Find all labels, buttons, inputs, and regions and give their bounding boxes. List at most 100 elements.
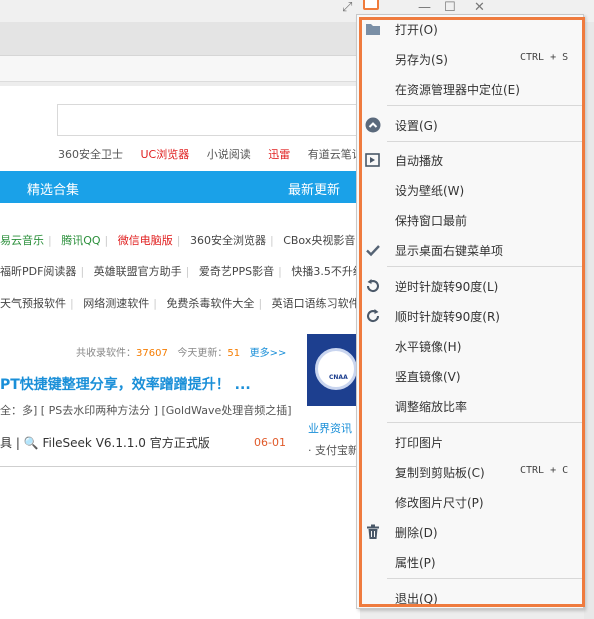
- menu-item-locate-in-explorer[interactable]: 在资源管理器中定位(E): [357, 75, 585, 103]
- maximize-button[interactable]: ☐: [444, 0, 456, 15]
- menu-item-label: 显示桌面右键菜单项: [395, 244, 504, 258]
- category-bar: 精选合集 最新更新: [0, 171, 356, 203]
- file-item-prefix: 具 |: [0, 436, 20, 450]
- menu-item-label: 复制到剪贴板(C): [395, 466, 485, 480]
- menu-item-label: 水平镜像(H): [395, 340, 462, 354]
- menu-item-settings[interactable]: 设置(G): [357, 111, 585, 139]
- sub-links[interactable]: 全：多] [ PS去水印两种方法分 ] [GoldWave处理音频之插]: [0, 402, 292, 418]
- menu-item-label: 调整缩放比率: [395, 400, 468, 414]
- menu-item-shortcut: CTRL + C: [520, 465, 569, 476]
- menu-item-flip-horizontal[interactable]: 水平镜像(H): [357, 332, 585, 360]
- menu-item-label: 修改图片尺寸(P): [395, 496, 484, 510]
- fullscreen-icon[interactable]: ⤢: [342, 0, 352, 15]
- menu-divider: [387, 141, 583, 142]
- tab-featured[interactable]: 精选合集: [27, 179, 79, 198]
- menu-item-delete[interactable]: 删除(D): [357, 518, 585, 546]
- menu-item-label: 竖直镜像(V): [395, 370, 461, 384]
- menu-divider: [387, 422, 583, 423]
- software-link[interactable]: 免费杀毒软件大全: [166, 297, 254, 310]
- menu-item-label: 打开(O): [395, 23, 438, 37]
- file-list-item[interactable]: 具 | 🔍 FileSeek V6.1.1.0 官方正式版 06-01: [0, 434, 286, 451]
- toolbar-band: [0, 22, 360, 56]
- menu-item-print[interactable]: 打印图片: [357, 428, 585, 456]
- web-page-content: 360安全卫士 UC浏览器 小说阅读 迅雷 有道云笔记 精选合集 最新更新 易云…: [0, 86, 356, 466]
- software-row: 福昕PDF阅读器| 英雄联盟官方助手| 爱奇艺PPS影音| 快播3.5不升级: [0, 263, 356, 279]
- software-link[interactable]: 快播3.5不升级: [291, 265, 356, 278]
- top-link[interactable]: UC浏览器: [141, 148, 190, 161]
- software-link[interactable]: 腾讯QQ: [61, 234, 100, 247]
- minimize-button[interactable]: —: [418, 0, 431, 15]
- menu-item-label: 顺时针旋转90度(R): [395, 310, 500, 324]
- software-link[interactable]: 英语口语练习软件: [272, 297, 356, 310]
- menu-item-flip-vertical[interactable]: 竖直镜像(V): [357, 362, 585, 390]
- logo-emblem: [315, 348, 356, 390]
- right-edge: [584, 22, 594, 619]
- software-row: 天气预报软件 | 网络测速软件 | 免费杀毒软件大全 | 英语口语练习软件: [0, 295, 356, 311]
- menu-item-adjust-zoom[interactable]: 调整缩放比率: [357, 392, 585, 420]
- menu-button-icon[interactable]: [363, 0, 379, 10]
- software-link[interactable]: 爱奇艺PPS影音: [199, 265, 274, 278]
- software-link[interactable]: 360安全浏览器: [190, 234, 266, 247]
- search-icon: 🔍: [23, 436, 39, 450]
- menu-item-label: 另存为(S): [395, 53, 448, 67]
- menu-item-show-desktop-menu[interactable]: 显示桌面右键菜单项: [357, 236, 585, 264]
- menu-item-copy-clipboard[interactable]: 复制到剪贴板(C) CTRL + C: [357, 458, 585, 486]
- page-footer-area: [0, 466, 360, 619]
- software-link[interactable]: 天气预报软件: [0, 297, 66, 310]
- menu-divider: [387, 266, 583, 267]
- context-menu: 打开(O) 另存为(S) CTRL + S 在资源管理器中定位(E) 设置(G)…: [356, 14, 584, 609]
- menu-item-label: 删除(D): [395, 526, 438, 540]
- side-link-alipay[interactable]: · 支付宝新: [308, 442, 356, 458]
- software-link[interactable]: 网络测速软件: [83, 297, 149, 310]
- top-link[interactable]: 360安全卫士: [58, 148, 123, 161]
- logo-text: CNAA: [329, 374, 348, 381]
- rotate-ccw-icon: [365, 278, 381, 294]
- top-link[interactable]: 迅雷: [268, 148, 290, 161]
- more-link[interactable]: 更多>>: [250, 348, 287, 359]
- menu-item-autoplay[interactable]: 自动播放: [357, 146, 585, 174]
- address-band: [0, 56, 360, 82]
- menu-item-label: 设为壁纸(W): [395, 184, 465, 198]
- menu-divider: [387, 578, 583, 579]
- menu-item-rotate-ccw[interactable]: 逆时针旋转90度(L): [357, 272, 585, 300]
- stats-today: 51: [227, 348, 241, 359]
- stats-total-label: 共收录软件：: [76, 348, 136, 359]
- software-link[interactable]: CBox央视影音: [283, 234, 355, 247]
- menu-item-rotate-cw[interactable]: 顺时针旋转90度(R): [357, 302, 585, 330]
- tab-latest[interactable]: 最新更新: [288, 179, 340, 198]
- top-link[interactable]: 有道云笔记: [308, 148, 356, 161]
- menu-item-save-as[interactable]: 另存为(S) CTRL + S: [357, 45, 585, 73]
- menu-item-exit[interactable]: 退出(Q): [357, 584, 585, 612]
- rotate-cw-icon: [365, 308, 381, 324]
- menu-item-open[interactable]: 打开(O): [357, 15, 585, 43]
- folder-icon: [365, 21, 381, 37]
- software-link[interactable]: 微信电脑版: [118, 234, 173, 247]
- menu-item-label: 保持窗口最前: [395, 214, 468, 228]
- chevron-up-circle-icon: [365, 117, 381, 133]
- search-input[interactable]: [57, 104, 356, 136]
- top-link[interactable]: 小说阅读: [207, 148, 251, 161]
- menu-item-label: 逆时针旋转90度(L): [395, 280, 499, 294]
- menu-divider: [387, 105, 583, 106]
- check-icon: [365, 242, 381, 258]
- file-item-date: 06-01: [254, 436, 286, 449]
- menu-item-keep-on-top[interactable]: 保持窗口最前: [357, 206, 585, 234]
- menu-item-label: 打印图片: [395, 436, 444, 450]
- software-link[interactable]: 易云音乐: [0, 234, 44, 247]
- menu-item-label: 在资源管理器中定位(E): [395, 83, 520, 97]
- software-link[interactable]: 福昕PDF阅读器: [0, 265, 76, 278]
- close-button[interactable]: ✕: [474, 0, 485, 15]
- association-logo[interactable]: CNAA: [307, 334, 356, 406]
- top-links: 360安全卫士 UC浏览器 小说阅读 迅雷 有道云笔记: [58, 146, 356, 162]
- menu-item-set-wallpaper[interactable]: 设为壁纸(W): [357, 176, 585, 204]
- trash-icon: [365, 524, 381, 540]
- software-row: 易云音乐 | 腾讯QQ | 微信电脑版 | 360安全浏览器 | CBox央视影音: [0, 234, 356, 247]
- screenshot-stage: ⤢ — ☐ ✕ 360安全卫士 UC浏览器 小说阅读 迅雷 有道云笔记 精选合集…: [0, 0, 594, 619]
- menu-item-resize[interactable]: 修改图片尺寸(P): [357, 488, 585, 516]
- slideshow-icon: [365, 152, 381, 168]
- software-link[interactable]: 英雄联盟官方助手: [94, 265, 182, 278]
- menu-item-properties[interactable]: 属性(P): [357, 548, 585, 576]
- menu-item-label: 属性(P): [395, 556, 436, 570]
- side-link-news[interactable]: 业界资讯: [308, 420, 352, 436]
- headline-link[interactable]: PT快捷键整理分享，效率蹭蹭提升！ ...: [0, 374, 251, 394]
